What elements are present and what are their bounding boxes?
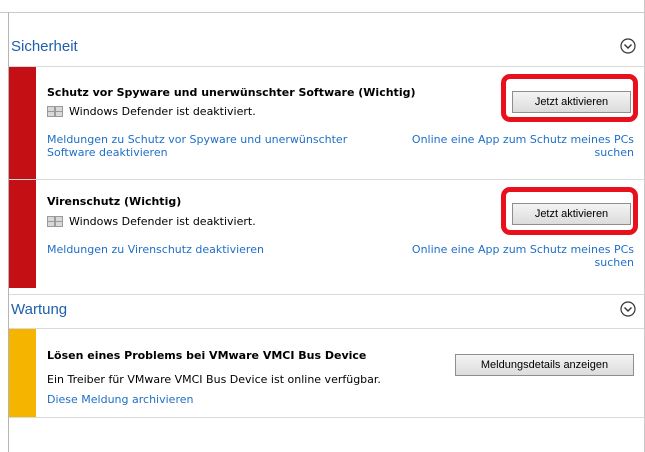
maintenance-section-header[interactable]: Wartung xyxy=(9,294,644,325)
security-section-header[interactable]: Sicherheit xyxy=(9,32,644,62)
spyware-find-app-link[interactable]: Online eine App zum Schutz meines PCs su… xyxy=(374,133,634,159)
chevron-down-icon[interactable] xyxy=(620,301,636,317)
windows-defender-icon xyxy=(47,216,63,227)
virus-find-app-link[interactable]: Online eine App zum Schutz meines PCs su… xyxy=(374,243,634,269)
vmware-alert-title: Lösen eines Problems bei VMware VMCI Bus… xyxy=(47,349,367,362)
spyware-disable-messages-link[interactable]: Meldungen zu Schutz vor Spyware und uner… xyxy=(47,133,377,159)
virus-alert-title: Virenschutz (Wichtig) xyxy=(47,195,182,208)
archive-message-link[interactable]: Diese Meldung archivieren xyxy=(47,393,377,406)
virus-status-text: Windows Defender ist deaktiviert. xyxy=(69,215,256,228)
chevron-down-icon[interactable] xyxy=(620,38,636,54)
warning-severity-stripe xyxy=(9,329,36,417)
vmware-description: Ein Treiber für VMware VMCI Bus Device i… xyxy=(47,373,381,386)
virus-disable-messages-link[interactable]: Meldungen zu Virenschutz deaktivieren xyxy=(47,243,377,256)
spyware-status-text: Windows Defender ist deaktiviert. xyxy=(69,105,256,118)
critical-severity-stripe xyxy=(9,180,36,288)
spyware-activate-button[interactable]: Jetzt aktivieren xyxy=(512,91,631,113)
critical-severity-stripe xyxy=(9,67,36,179)
maintenance-section-title: Wartung xyxy=(11,301,68,318)
virus-status-line: Windows Defender ist deaktiviert. xyxy=(47,215,256,228)
security-section-title: Sicherheit xyxy=(11,38,78,55)
vmware-description-text: Ein Treiber für VMware VMCI Bus Device i… xyxy=(47,373,381,386)
virus-activate-button[interactable]: Jetzt aktivieren xyxy=(512,203,631,225)
spyware-status-line: Windows Defender ist deaktiviert. xyxy=(47,105,256,118)
spyware-alert-title: Schutz vor Spyware und unerwünschter Sof… xyxy=(47,86,416,99)
windows-defender-icon xyxy=(47,106,63,117)
window-top-edge xyxy=(0,0,645,13)
show-message-details-button[interactable]: Meldungsdetails anzeigen xyxy=(455,354,634,376)
